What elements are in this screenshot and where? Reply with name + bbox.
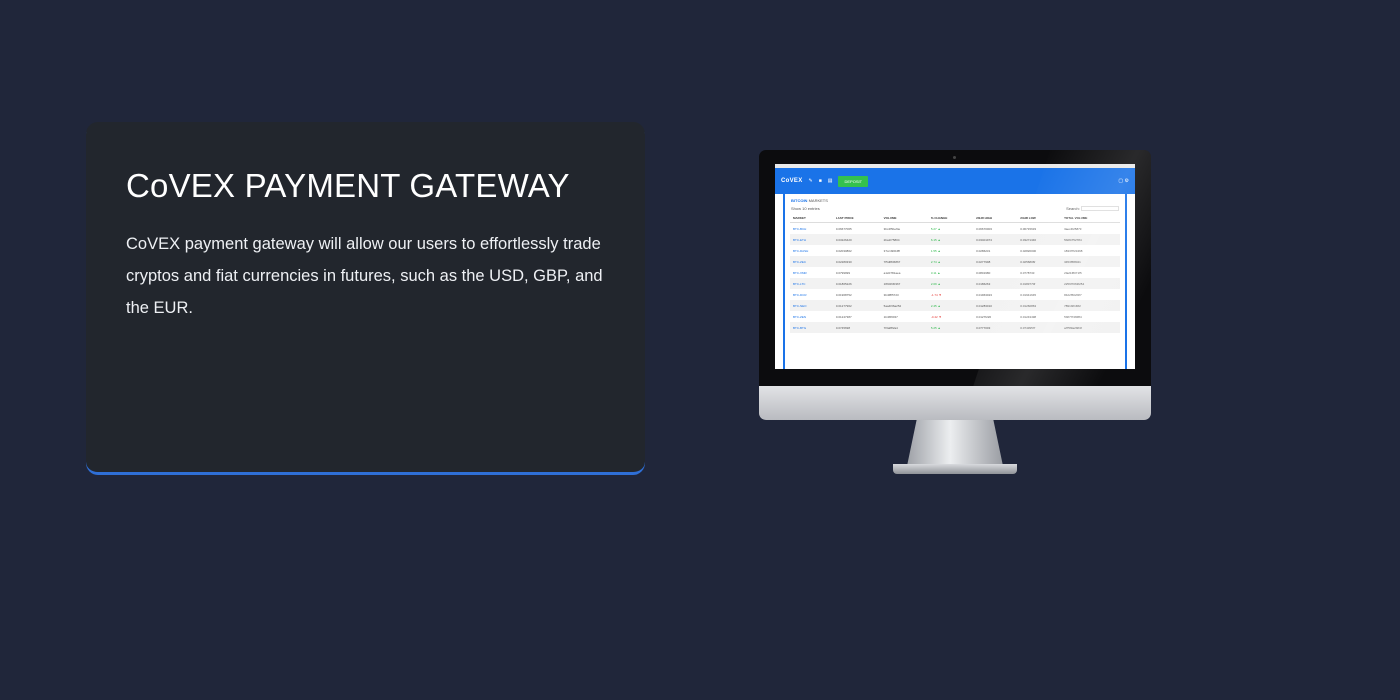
cell-volume: 2ba1f75804 (880, 234, 928, 246)
cell-last: 0.02030862 (835, 248, 852, 253)
cell-last: 0.0745698 (832, 322, 881, 334)
cell-last: 0.01865226 (832, 278, 881, 290)
arrow-up-icon: ▲ (936, 237, 941, 242)
column-header: 24HR HIGH (973, 214, 1018, 224)
feature-title: CoVEX PAYMENT GATEWAY (126, 167, 570, 204)
cell-change: 3.11 ▲ (928, 267, 973, 278)
show-label: Show (791, 206, 802, 211)
cell-volume: 37cc4961f8f (883, 248, 901, 253)
cell-volume: 1b4f6f0f47 (883, 314, 898, 319)
monitor-bezel: CoVEX ✎ ■ ▤ DEPOSIT ▢ ⚙ BITCOIN MARKETS … (759, 150, 1151, 386)
cell-market: BTC-NEO (790, 300, 833, 312)
panel-title-strong: BITCOIN (791, 198, 808, 203)
monitor-base (893, 464, 1017, 474)
cell-last: 0.06677065 (835, 226, 852, 231)
pencil-icon: ✎ (808, 178, 813, 184)
cell-market: BTC-DCR (793, 292, 807, 297)
cell-volume: 3bc4f5bef4e (883, 226, 901, 231)
arrow-up-icon: ▲ (936, 325, 941, 330)
monitor-chin (759, 386, 1151, 420)
cell-market: BTC-XMR (793, 270, 807, 275)
arrow-up-icon: ▲ (936, 270, 941, 275)
cell-high: 0.03401974 (973, 234, 1018, 246)
feature-card: CoVEX PAYMENT GATEWAY CoVEX payment gate… (86, 122, 645, 474)
cell-change: 2.74 ▲ (927, 256, 974, 268)
change-value: -0.42 (930, 314, 938, 319)
cell-market: BTC-BTG (790, 322, 833, 334)
monitor-stand (907, 420, 1003, 466)
column-header: MARKET (790, 214, 833, 224)
arrow-down-icon: ▼ (937, 314, 942, 319)
cell-last: 0.0799999 (835, 270, 851, 275)
deposit-button: DEPOSIT (838, 175, 869, 187)
cell-market: BTC-DASH (793, 248, 809, 253)
cell-volume: a12d781aea (883, 270, 901, 275)
cell-change: -0.42 ▼ (928, 311, 973, 322)
cell-market: BTC-ETH (790, 234, 833, 246)
cell-market: BTC-ZEN (793, 314, 806, 319)
cell-last: 0.01968752 (835, 292, 852, 297)
cell-volume: 7f5df836867 (880, 256, 928, 268)
cell-change: 2.09 ▲ (927, 278, 974, 290)
cell-high: 0.0277998 (973, 256, 1018, 268)
cell-change: 5.27 ▲ (928, 223, 973, 235)
entries-label: entries (807, 206, 820, 211)
cell-last: 0.01247387 (835, 314, 852, 319)
cell-market: BTC-BCH (793, 226, 807, 231)
cell-high: 0.06670003 (976, 226, 992, 231)
arrow-down-icon: ▼ (937, 292, 942, 297)
panel-title-rest: MARKETS (808, 198, 828, 203)
cell-last: 0.03226420 (832, 234, 881, 246)
cell-change: 6.15 ▲ (927, 234, 974, 246)
cell-volume: 3b4f8f5723 (883, 292, 899, 297)
cell-last: 0.01277962 (832, 300, 881, 312)
feature-description: CoVEX payment gateway will allow our use… (126, 235, 603, 317)
cell-change: 1.55 ▲ (928, 245, 973, 256)
arrow-up-icon: ▲ (936, 248, 941, 253)
entries-control: Show 10 entries (791, 206, 820, 211)
cell-change: 5.25 ▲ (927, 322, 974, 334)
column-header: VOLUME (880, 214, 928, 224)
arrow-up-icon: ▲ (936, 281, 941, 286)
cell-high: 0.0286231 (976, 248, 991, 253)
cell-change: -1.74 ▼ (928, 289, 973, 300)
monitor-mockup: CoVEX ✎ ■ ▤ DEPOSIT ▢ ⚙ BITCOIN MARKETS … (759, 150, 1151, 477)
cell-change: 2.45 ▲ (927, 300, 974, 312)
change-value: -1.74 (930, 292, 938, 297)
show-value: 10 (802, 206, 807, 211)
cell-market: BTC-ZEC (790, 256, 833, 268)
arrow-up-icon: ▲ (936, 259, 941, 264)
arrow-up-icon: ▲ (936, 226, 941, 231)
arrow-up-icon: ▲ (936, 303, 941, 308)
cell-volume: 7f3af8f2a4 (880, 322, 928, 334)
cell-market: BTC-LTC (790, 278, 833, 290)
cell-volume: 1f8326f0367 (880, 278, 928, 290)
camera-dot (953, 156, 956, 159)
cell-last: 0.02280330 (832, 256, 881, 268)
lock-icon: ■ (818, 178, 822, 184)
document-icon: ▤ (827, 178, 833, 184)
cell-volume: 5aa4f36a252 (880, 300, 928, 312)
column-header: LAST PRICE (832, 214, 881, 224)
app-logo: CoVEX (781, 178, 803, 184)
column-header: % CHANGE (927, 214, 974, 224)
